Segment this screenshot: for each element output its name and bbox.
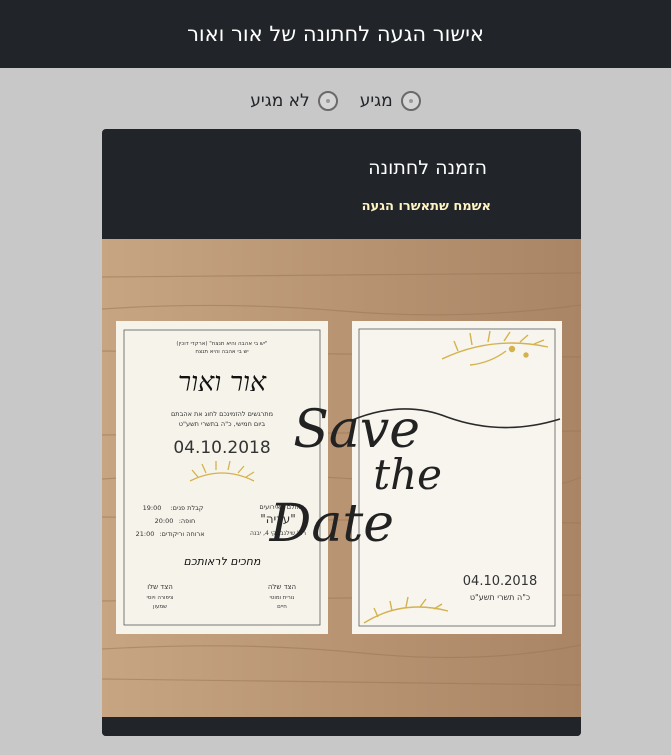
top-bar: אישור הגעה לחתונה של אור ואור	[0, 0, 671, 68]
attending-label: מגיע	[359, 91, 393, 111]
intro-line1: מתרגשים להזמינכם לחוג את אהבתם	[171, 410, 273, 418]
schedule-time-reception: 19:00	[143, 504, 162, 512]
save-the-date-line3: Date	[269, 494, 394, 554]
bride-side-line2: חיים	[277, 604, 287, 610]
groom-side-line2: שמעון	[153, 604, 167, 610]
schedule-label-dinner: ארוחה וריקודים:	[159, 530, 204, 538]
couple-names: אור ואור	[178, 367, 267, 398]
save-the-date-line2: the	[373, 450, 442, 499]
save-the-date-hebrew-date: כ"ה תשרי תשע"ט	[470, 593, 530, 602]
verse-line2: יש בי אהבה והיא תנצח	[195, 349, 248, 355]
save-the-date-date: 04.10.2018	[463, 574, 537, 589]
invitation-paper: "יש בי אהבה והיא תנצח" (ארקדי דוכין) יש …	[116, 321, 328, 634]
schedule-time-chuppah: 20:00	[155, 517, 174, 525]
groom-side-line1: ציפורה ויוסי	[147, 595, 174, 601]
closing-text: מחכים לראותכם	[184, 555, 261, 568]
verse-line1: "יש בי אהבה והיא תנצח" (ארקדי דוכין)	[176, 341, 267, 347]
rsvp-attending-option[interactable]: מגיע	[360, 91, 421, 111]
schedule-label-chuppah: חופה:	[179, 517, 196, 525]
schedule-label-reception: קבלת פנים:	[170, 504, 203, 512]
invitation-card: הזמנה לחתונה אשמח שתאשרו הגעה "יש בי אהב…	[102, 129, 581, 736]
groom-side-title: הצד שלו	[147, 583, 173, 591]
page-title: אישור הגעה לחתונה של אור ואור	[187, 22, 484, 46]
card-header: הזמנה לחתונה אשמח שתאשרו הגעה	[102, 129, 581, 239]
invitation-image: "יש בי אהבה והיא תנצח" (ארקדי דוכין) יש …	[102, 239, 581, 717]
bride-side-title: הצד שלה	[268, 583, 296, 591]
bride-side-line1: נורית ומוטי	[270, 595, 295, 601]
schedule-time-dinner: 21:00	[136, 530, 155, 538]
intro-line2: ביום חמישי, כ"ה בתשרי תשע"ט	[179, 420, 266, 428]
rsvp-not-attending-option[interactable]: לא מגיע	[250, 91, 338, 111]
invitation-date: 04.10.2018	[173, 438, 270, 458]
not-attending-radio[interactable]	[317, 91, 338, 111]
card-subtitle: אשמח שתאשרו הגעה	[361, 199, 491, 214]
not-attending-label: לא מגיע	[250, 91, 310, 111]
attending-radio[interactable]	[400, 91, 421, 111]
card-footer	[102, 717, 581, 736]
card-title: הזמנה לחתונה	[368, 157, 487, 179]
rsvp-options: מגיע לא מגיע	[0, 89, 671, 113]
